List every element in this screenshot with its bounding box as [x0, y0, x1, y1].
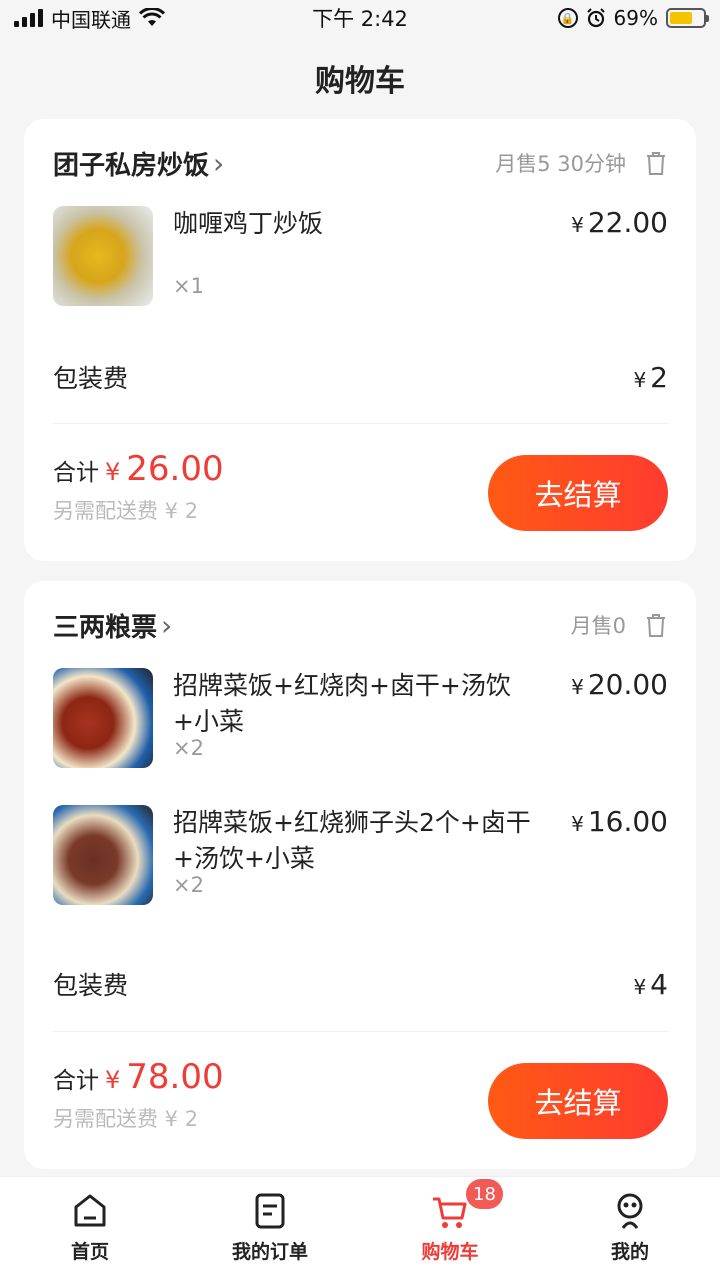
shop-cart-card: 团子私房炒饭 › 月售5 30分钟 咖喱鸡丁炒饭 ×1 ¥22.00 包装费 ¥…: [24, 119, 696, 561]
profile-icon: [617, 1193, 643, 1229]
orders-icon: [255, 1193, 285, 1229]
shop-name: 三两粮票: [53, 612, 158, 643]
packaging-fee-row: 包装费 ¥2: [53, 360, 668, 394]
shop-cart-card: 三两粮票 › 月售0 招牌菜饭+红烧肉+卤干+汤饮+小菜 ×2 ¥20.00 招…: [24, 581, 696, 1169]
packaging-label: 包装费: [53, 971, 129, 1000]
cart-item[interactable]: 招牌菜饭+红烧肉+卤干+汤饮+小菜 ×2 ¥20.00: [53, 668, 668, 772]
total-label: 合计: [53, 460, 99, 486]
rotation-lock-icon: 🔒: [557, 8, 578, 28]
total-block: 合计 ¥ 78.00 另需配送费 ¥ 2: [53, 1057, 224, 1133]
cart-count-badge: 18: [466, 1179, 503, 1209]
shop-name-link[interactable]: 三两粮票 ›: [53, 607, 172, 644]
total-label: 合计: [53, 1068, 99, 1094]
total-amount: 78.00: [126, 1057, 224, 1097]
bottom-tab-bar: 首页 我的订单 18 购物车 我的: [0, 1176, 720, 1280]
total-currency: ¥: [105, 1066, 121, 1094]
carrier-label: 中国联通: [51, 7, 131, 32]
packaging-label: 包装费: [53, 364, 129, 393]
delivery-fee-note: 另需配送费 ¥ 2: [53, 1107, 199, 1131]
tab-profile[interactable]: 我的: [540, 1177, 720, 1280]
cart-item[interactable]: 咖喱鸡丁炒饭 ×1 ¥22.00: [53, 206, 668, 310]
item-name: 招牌菜饭+红烧狮子头2个+卤干+汤饮+小菜: [173, 808, 531, 873]
cart-item[interactable]: 招牌菜饭+红烧狮子头2个+卤干+汤饮+小菜 ×2 ¥16.00: [53, 805, 668, 909]
total-block: 合计 ¥ 26.00 另需配送费 ¥ 2: [53, 449, 224, 525]
tab-label: 首页: [70, 1241, 109, 1263]
status-time: 下午 2:42: [312, 7, 408, 31]
delivery-fee-note: 另需配送费 ¥ 2: [53, 499, 199, 523]
battery-icon: [666, 8, 709, 28]
currency-symbol: ¥: [571, 213, 584, 237]
item-price: ¥16.00: [571, 805, 668, 838]
tab-cart[interactable]: 18 购物车: [360, 1177, 540, 1280]
total-amount: 26.00: [126, 449, 224, 489]
packaging-fee: 2: [650, 360, 668, 394]
price-value: 16.00: [587, 805, 668, 838]
currency-symbol: ¥: [571, 812, 584, 836]
chevron-right-icon: ›: [213, 146, 225, 180]
shop-meta: 月售0: [570, 614, 626, 638]
item-price: ¥20.00: [571, 668, 668, 701]
battery-percent: 69%: [613, 6, 658, 30]
packaging-fee-row: 包装费 ¥4: [53, 967, 668, 1001]
food-thumbnail: [53, 206, 153, 306]
wifi-icon: [139, 8, 165, 26]
signal-icon: [14, 9, 43, 27]
item-name: 招牌菜饭+红烧肉+卤干+汤饮+小菜: [173, 671, 511, 736]
divider: [53, 423, 668, 424]
trash-icon[interactable]: [644, 150, 668, 176]
item-name: 咖喱鸡丁炒饭: [173, 209, 324, 238]
packaging-fee: 4: [650, 967, 668, 1001]
item-quantity: ×2: [173, 873, 204, 897]
price-value: 22.00: [587, 206, 668, 239]
shop-name: 团子私房炒饭: [53, 150, 210, 181]
status-bar: 中国联通 下午 2:42 🔒 69%: [0, 0, 720, 36]
checkout-button[interactable]: 去结算: [488, 455, 668, 531]
food-thumbnail: [53, 668, 153, 768]
shop-name-link[interactable]: 团子私房炒饭 ›: [53, 145, 224, 182]
tab-label: 购物车: [421, 1241, 479, 1263]
item-quantity: ×2: [173, 736, 204, 760]
tab-home[interactable]: 首页: [0, 1177, 180, 1280]
item-price: ¥22.00: [571, 206, 668, 239]
chevron-right-icon: ›: [161, 608, 173, 642]
total-currency: ¥: [105, 458, 121, 486]
cart-icon: [433, 1197, 467, 1228]
item-quantity: ×1: [173, 274, 204, 298]
page-title: 购物车: [315, 64, 405, 99]
tab-label: 我的: [610, 1241, 649, 1263]
home-icon: [74, 1194, 106, 1227]
shop-meta: 月售5 30分钟: [495, 152, 626, 176]
tab-label: 我的订单: [231, 1241, 308, 1263]
tab-orders[interactable]: 我的订单: [180, 1177, 360, 1280]
divider: [53, 1031, 668, 1032]
trash-icon[interactable]: [644, 612, 668, 638]
food-thumbnail: [53, 805, 153, 905]
checkout-button[interactable]: 去结算: [488, 1063, 668, 1139]
alarm-icon: [586, 8, 605, 28]
price-value: 20.00: [587, 668, 668, 701]
currency-symbol: ¥: [571, 675, 584, 699]
